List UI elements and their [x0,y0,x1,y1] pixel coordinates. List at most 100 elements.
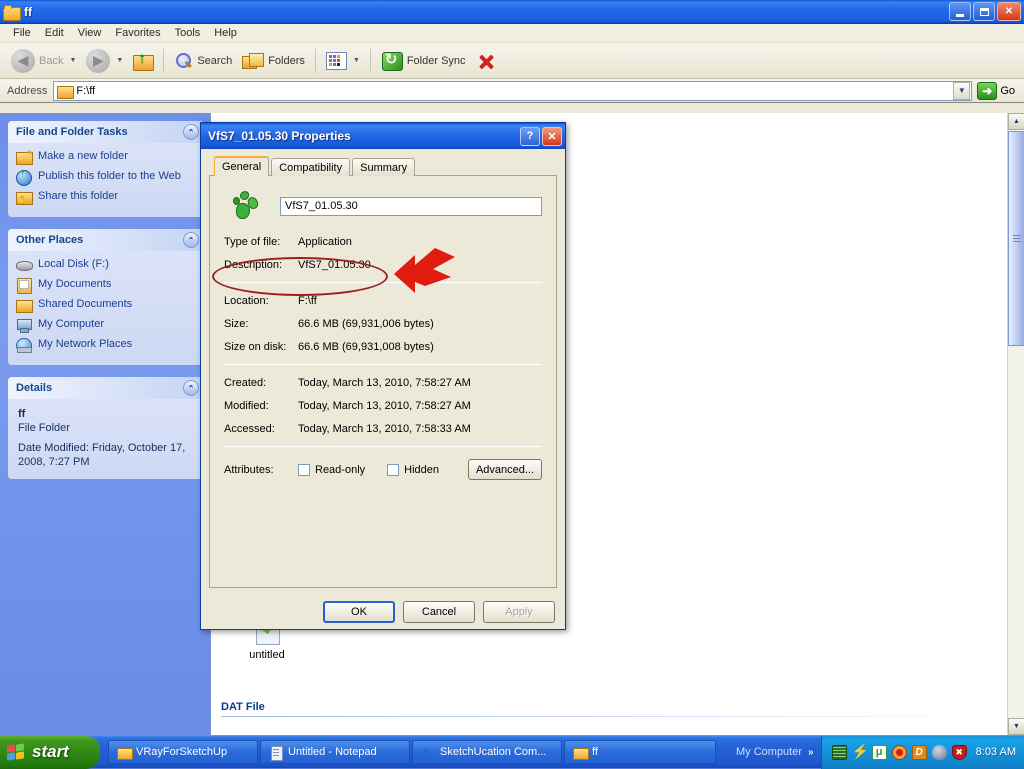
chevron-down-icon: ▼ [69,57,77,64]
folder-sync-label: Folder Sync [406,54,466,67]
row-value: VfS7_01.05.30 [298,259,371,271]
row-key: Accessed: [224,423,275,435]
folder-sync-icon [381,50,403,71]
sidebar-item-label: My Computer [38,318,105,330]
up-folder-icon [133,50,155,71]
menu-item-help[interactable]: Help [207,26,244,40]
minimize-icon[interactable] [949,2,971,21]
menu-item-tools[interactable]: Tools [168,26,208,40]
application-icon [230,190,264,222]
search-button[interactable]: Search [169,49,237,73]
toolbar-separator [163,48,165,73]
sidebar-item-my-network-places[interactable]: My Network Places [16,337,198,353]
sidebar-item-publish-to-web[interactable]: Publish this folder to the Web [16,168,198,186]
folders-button[interactable]: Folders [237,49,310,73]
menu-item-edit[interactable]: Edit [38,26,71,40]
power-bolt-icon[interactable]: ⚡ [852,744,869,760]
taskbar-item-vrayforsketchup[interactable]: VRayForSketchUp [108,740,258,764]
help-icon[interactable]: ? [520,126,540,146]
clock[interactable]: 8:03 AM [976,746,1016,758]
hidden-checkbox[interactable] [387,463,400,476]
panel-header[interactable]: File and Folder Tasks ⌃ [8,121,204,143]
readonly-checkbox[interactable] [298,463,310,476]
hidden-checkbox-wrapper[interactable]: Hidden [387,463,439,476]
vertical-scrollbar[interactable]: ▲ ▼ [1007,113,1024,735]
tab-label: Summary [360,161,408,174]
row-type-of-file: Type of file: Application [224,236,542,248]
start-button[interactable]: start [0,735,100,769]
go-button[interactable]: ➜ Go [972,81,1020,100]
close-toolbar-button[interactable] [471,48,501,74]
divider [224,282,542,283]
sidebar-item-make-new-folder[interactable]: Make a new folder [16,146,198,165]
sidebar-item-my-computer[interactable]: My Computer [16,317,198,333]
tab-summary[interactable]: Summary [352,158,416,176]
taskbar-item-ff[interactable]: ff [564,740,716,764]
tab-compatibility[interactable]: Compatibility [271,158,351,176]
row-value: F:\ff [298,295,317,307]
row-description: Description: VfS7_01.05.30 [224,259,542,271]
list-item-label: untitled [249,649,285,661]
sidebar-item-shared-documents[interactable]: Shared Documents [16,297,198,313]
row-modified: Modified: Today, March 13, 2010, 7:58:27… [224,400,542,412]
close-icon[interactable]: ✕ [997,2,1021,21]
row-value: Today, March 13, 2010, 7:58:27 AM [298,377,471,389]
taskbar-group-my-computer[interactable]: My Computer » [736,746,814,758]
attributes-row: Attributes: Read-only Hidden Advanced... [224,459,542,480]
back-label: Back [39,54,64,67]
menu-item-file[interactable]: File [6,26,38,40]
divider [224,446,542,447]
restore-icon[interactable] [973,2,995,21]
internet-explorer-icon [421,743,435,760]
chevron-down-icon[interactable]: ▼ [953,81,971,100]
apply-label: Apply [505,606,533,618]
views-icon [325,51,347,70]
filename-input[interactable]: VfS7_01.05.30 [280,196,542,216]
menu-item-favorites[interactable]: Favorites [108,26,167,40]
menu-item-view[interactable]: View [71,26,109,40]
advanced-button[interactable]: Advanced... [468,459,542,480]
close-icon[interactable]: ✕ [542,126,562,146]
views-button[interactable]: ▼ [321,49,365,73]
taskbar-item-label: SketchUcation Com... [440,746,547,758]
scroll-down-button[interactable]: ▼ [1008,718,1024,735]
sidebar-item-my-documents[interactable]: My Documents [16,277,198,294]
readonly-checkbox-wrapper[interactable]: Read-only [298,463,365,476]
dialog-body: General Compatibility Summary VfS7_01.05… [201,149,565,631]
collapse-chevron-icon[interactable]: ⌃ [183,232,199,248]
panel-header[interactable]: Details ⌃ [8,377,204,399]
sidebar-item-local-disk[interactable]: Local Disk (F:) [16,257,198,273]
forward-button[interactable]: ▶ ▼ [81,46,128,76]
taskbar-item-notepad[interactable]: Untitled - Notepad [260,740,410,764]
folder-sync-button[interactable]: Folder Sync [376,48,471,74]
panel-details: Details ⌃ ff File Folder Date Modified: … [8,377,204,479]
up-button[interactable] [128,49,158,73]
scroll-up-button[interactable]: ▲ [1008,113,1024,130]
ok-button[interactable]: OK [323,601,395,623]
collapse-chevron-icon[interactable]: ⌃ [183,380,199,396]
daemon-tools-icon[interactable]: D [911,744,927,760]
share-folder-icon [16,189,33,206]
row-key: Created: [224,377,267,389]
cancel-button[interactable]: Cancel [403,601,475,623]
toolbar: ◀ Back ▼ ▶ ▼ Search Folders ▼ [0,43,1024,79]
folders-icon [242,52,265,70]
network-icon[interactable] [831,744,847,760]
tab-general[interactable]: General [214,156,270,176]
collapse-chevron-icon[interactable]: ⌃ [183,124,199,140]
panel-header[interactable]: Other Places ⌃ [8,229,204,251]
address-input[interactable]: F:\ff ▼ [53,80,973,101]
chevron-down-icon[interactable]: ▼ [353,57,360,64]
scrollbar-thumb[interactable] [1008,131,1024,346]
volume-icon[interactable] [931,744,947,760]
window-titlebar: ff ✕ [0,0,1024,24]
back-button[interactable]: ◀ Back ▼ [6,46,81,76]
security-shield-icon[interactable]: ✖ [951,744,967,760]
sidebar: File and Folder Tasks ⌃ Make a new folde… [0,113,210,735]
sidebar-item-share-folder[interactable]: Share this folder [16,189,198,206]
task-list: VRayForSketchUp Untitled - Notepad Sketc… [108,740,716,764]
panel-body: Local Disk (F:) My Documents Shared Docu… [8,251,204,365]
media-icon[interactable] [891,744,907,760]
taskbar-item-sketchucation[interactable]: SketchUcation Com... [412,740,562,764]
utorrent-icon[interactable]: μ [871,744,887,760]
